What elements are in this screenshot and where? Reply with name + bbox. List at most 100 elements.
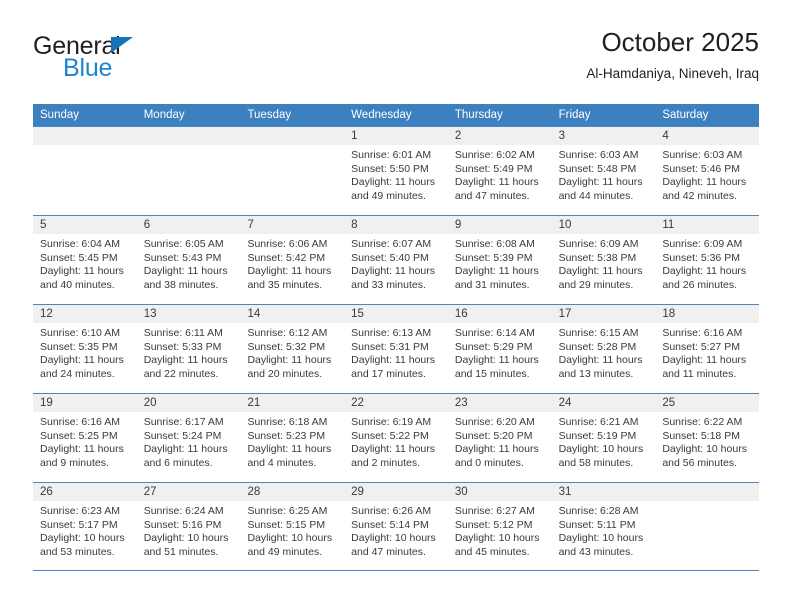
sunset-text: Sunset: 5:35 PM	[40, 340, 118, 353]
day-number: 9	[447, 216, 552, 234]
day-number: 19	[33, 394, 137, 412]
weekday-header-thursday: Thursday	[454, 109, 503, 121]
day-cell[interactable]: 20 Sunrise: 6:17 AM Sunset: 5:24 PM Dayl…	[136, 394, 241, 482]
daylight-text-line2: and 42 minutes.	[662, 189, 738, 202]
general-blue-logo[interactable]: General Blue	[33, 33, 233, 85]
day-cell[interactable]: 16 Sunrise: 6:14 AM Sunset: 5:29 PM Dayl…	[447, 305, 552, 393]
day-cell[interactable]: 5 Sunrise: 6:04 AM Sunset: 5:45 PM Dayli…	[33, 216, 137, 304]
day-number: 29	[344, 483, 448, 501]
day-number: 2	[447, 127, 552, 145]
daylight-text-line2: and 4 minutes.	[247, 456, 317, 469]
title-block: October 2025 Al-Hamdaniya, Nineveh, Iraq	[586, 26, 759, 84]
day-cell[interactable]: 25 Sunrise: 6:22 AM Sunset: 5:18 PM Dayl…	[655, 394, 760, 482]
daylight-text-line1: Daylight: 11 hours	[351, 265, 436, 278]
day-cell[interactable]: 2 Sunrise: 6:02 AM Sunset: 5:49 PM Dayli…	[447, 127, 552, 215]
daylight-text-line1: Daylight: 11 hours	[351, 176, 436, 189]
day-cell[interactable]: 8 Sunrise: 6:07 AM Sunset: 5:40 PM Dayli…	[344, 216, 448, 304]
day-cell[interactable]: 29 Sunrise: 6:26 AM Sunset: 5:14 PM Dayl…	[344, 483, 448, 570]
day-number: 14	[240, 305, 345, 323]
sunset-text: Sunset: 5:20 PM	[454, 429, 533, 442]
daylight-text-line1: Daylight: 11 hours	[247, 443, 332, 456]
day-cell[interactable]	[655, 483, 760, 570]
daylight-text-line2: and 15 minutes.	[454, 367, 530, 380]
daylight-text-line2: and 51 minutes.	[143, 545, 219, 558]
day-number: 22	[344, 394, 448, 412]
day-number: 11	[655, 216, 760, 234]
sunset-text: Sunset: 5:25 PM	[40, 429, 118, 442]
daylight-text-line1: Daylight: 10 hours	[247, 532, 333, 545]
sunrise-text: Sunrise: 6:28 AM	[558, 505, 639, 517]
day-cell[interactable]	[33, 127, 137, 215]
day-cell[interactable]: 9 Sunrise: 6:08 AM Sunset: 5:39 PM Dayli…	[447, 216, 552, 304]
day-details: Sunrise: 6:17 AM Sunset: 5:24 PM Dayligh…	[137, 412, 241, 470]
day-cell[interactable]: 14 Sunrise: 6:12 AM Sunset: 5:32 PM Dayl…	[240, 305, 345, 393]
day-cell[interactable]: 10 Sunrise: 6:09 AM Sunset: 5:38 PM Dayl…	[551, 216, 656, 304]
day-cell[interactable]: 30 Sunrise: 6:27 AM Sunset: 5:12 PM Dayl…	[447, 483, 552, 570]
sunrise-text: Sunrise: 6:24 AM	[143, 505, 224, 517]
weekday-header-wednesday: Wednesday	[351, 109, 412, 121]
day-cell[interactable]: 17 Sunrise: 6:15 AM Sunset: 5:28 PM Dayl…	[551, 305, 656, 393]
daylight-text-line1: Daylight: 11 hours	[558, 354, 643, 367]
sunset-text: Sunset: 5:19 PM	[558, 429, 637, 442]
day-details: Sunrise: 6:03 AM Sunset: 5:48 PM Dayligh…	[552, 145, 656, 203]
day-details: Sunrise: 6:09 AM Sunset: 5:38 PM Dayligh…	[552, 234, 656, 292]
daylight-text-line1: Daylight: 11 hours	[351, 354, 436, 367]
daylight-text-line1: Daylight: 11 hours	[454, 443, 539, 456]
day-cell[interactable]: 26 Sunrise: 6:23 AM Sunset: 5:17 PM Dayl…	[33, 483, 137, 570]
day-number: 18	[655, 305, 760, 323]
weekday-header-sunday: Sunday	[40, 109, 80, 121]
day-cell[interactable]: 3 Sunrise: 6:03 AM Sunset: 5:48 PM Dayli…	[551, 127, 656, 215]
day-cell[interactable]: 18 Sunrise: 6:16 AM Sunset: 5:27 PM Dayl…	[655, 305, 760, 393]
day-cell[interactable]	[240, 127, 345, 215]
day-cell[interactable]: 1 Sunrise: 6:01 AM Sunset: 5:50 PM Dayli…	[344, 127, 448, 215]
day-cell[interactable]: 7 Sunrise: 6:06 AM Sunset: 5:42 PM Dayli…	[240, 216, 345, 304]
daylight-text-line1: Daylight: 10 hours	[558, 443, 644, 456]
daylight-text-line1: Daylight: 10 hours	[454, 532, 540, 545]
day-details: Sunrise: 6:24 AM Sunset: 5:16 PM Dayligh…	[137, 501, 241, 559]
daylight-text-line2: and 49 minutes.	[351, 189, 426, 202]
sunrise-text: Sunrise: 6:01 AM	[351, 149, 432, 161]
day-details: Sunrise: 6:26 AM Sunset: 5:14 PM Dayligh…	[344, 501, 448, 559]
day-cell[interactable]: 23 Sunrise: 6:20 AM Sunset: 5:20 PM Dayl…	[447, 394, 552, 482]
day-cell[interactable]: 24 Sunrise: 6:21 AM Sunset: 5:19 PM Dayl…	[551, 394, 656, 482]
day-details: Sunrise: 6:20 AM Sunset: 5:20 PM Dayligh…	[448, 412, 552, 470]
day-cell[interactable]: 15 Sunrise: 6:13 AM Sunset: 5:31 PM Dayl…	[344, 305, 448, 393]
weekday-header-tuesday: Tuesday	[247, 109, 292, 121]
day-cell[interactable]	[136, 127, 241, 215]
day-cell[interactable]: 12 Sunrise: 6:10 AM Sunset: 5:35 PM Dayl…	[33, 305, 137, 393]
day-cell[interactable]: 31 Sunrise: 6:28 AM Sunset: 5:11 PM Dayl…	[551, 483, 656, 570]
day-details: Sunrise: 6:22 AM Sunset: 5:18 PM Dayligh…	[655, 412, 759, 470]
day-cell[interactable]: 21 Sunrise: 6:18 AM Sunset: 5:23 PM Dayl…	[240, 394, 345, 482]
daylight-text-line2: and 24 minutes.	[40, 367, 115, 380]
day-cell[interactable]: 6 Sunrise: 6:05 AM Sunset: 5:43 PM Dayli…	[136, 216, 241, 304]
daylight-text-line2: and 44 minutes.	[558, 189, 634, 202]
daylight-text-line1: Daylight: 10 hours	[558, 532, 644, 545]
day-cell[interactable]: 4 Sunrise: 6:03 AM Sunset: 5:46 PM Dayli…	[655, 127, 760, 215]
day-cell[interactable]: 19 Sunrise: 6:16 AM Sunset: 5:25 PM Dayl…	[33, 394, 137, 482]
sunrise-text: Sunrise: 6:08 AM	[454, 238, 535, 250]
day-cell[interactable]: 28 Sunrise: 6:25 AM Sunset: 5:15 PM Dayl…	[240, 483, 345, 570]
day-number: 8	[344, 216, 448, 234]
day-details: Sunrise: 6:13 AM Sunset: 5:31 PM Dayligh…	[344, 323, 448, 381]
sunset-text: Sunset: 5:42 PM	[247, 251, 326, 264]
daylight-text-line1: Daylight: 11 hours	[351, 443, 436, 456]
daylight-text-line2: and 58 minutes.	[558, 456, 634, 469]
daylight-text-line1: Daylight: 11 hours	[454, 176, 539, 189]
week-row: 1 Sunrise: 6:01 AM Sunset: 5:50 PM Dayli…	[33, 126, 760, 215]
sunrise-text: Sunrise: 6:22 AM	[662, 416, 743, 428]
daylight-text-line2: and 33 minutes.	[351, 278, 426, 291]
week-row: 5 Sunrise: 6:04 AM Sunset: 5:45 PM Dayli…	[33, 215, 760, 304]
sunset-text: Sunset: 5:48 PM	[558, 162, 637, 175]
daylight-text-line2: and 2 minutes.	[351, 456, 421, 469]
day-number	[240, 127, 345, 145]
day-cell[interactable]: 11 Sunrise: 6:09 AM Sunset: 5:36 PM Dayl…	[655, 216, 760, 304]
day-cell[interactable]: 13 Sunrise: 6:11 AM Sunset: 5:33 PM Dayl…	[136, 305, 241, 393]
day-number: 7	[240, 216, 345, 234]
day-cell[interactable]: 27 Sunrise: 6:24 AM Sunset: 5:16 PM Dayl…	[136, 483, 241, 570]
day-cell[interactable]: 22 Sunrise: 6:19 AM Sunset: 5:22 PM Dayl…	[344, 394, 448, 482]
daylight-text-line2: and 29 minutes.	[558, 278, 634, 291]
sunset-text: Sunset: 5:32 PM	[247, 340, 326, 353]
day-number: 17	[551, 305, 656, 323]
daylight-text-line1: Daylight: 11 hours	[143, 265, 228, 278]
weekday-header-monday: Monday	[143, 109, 185, 121]
